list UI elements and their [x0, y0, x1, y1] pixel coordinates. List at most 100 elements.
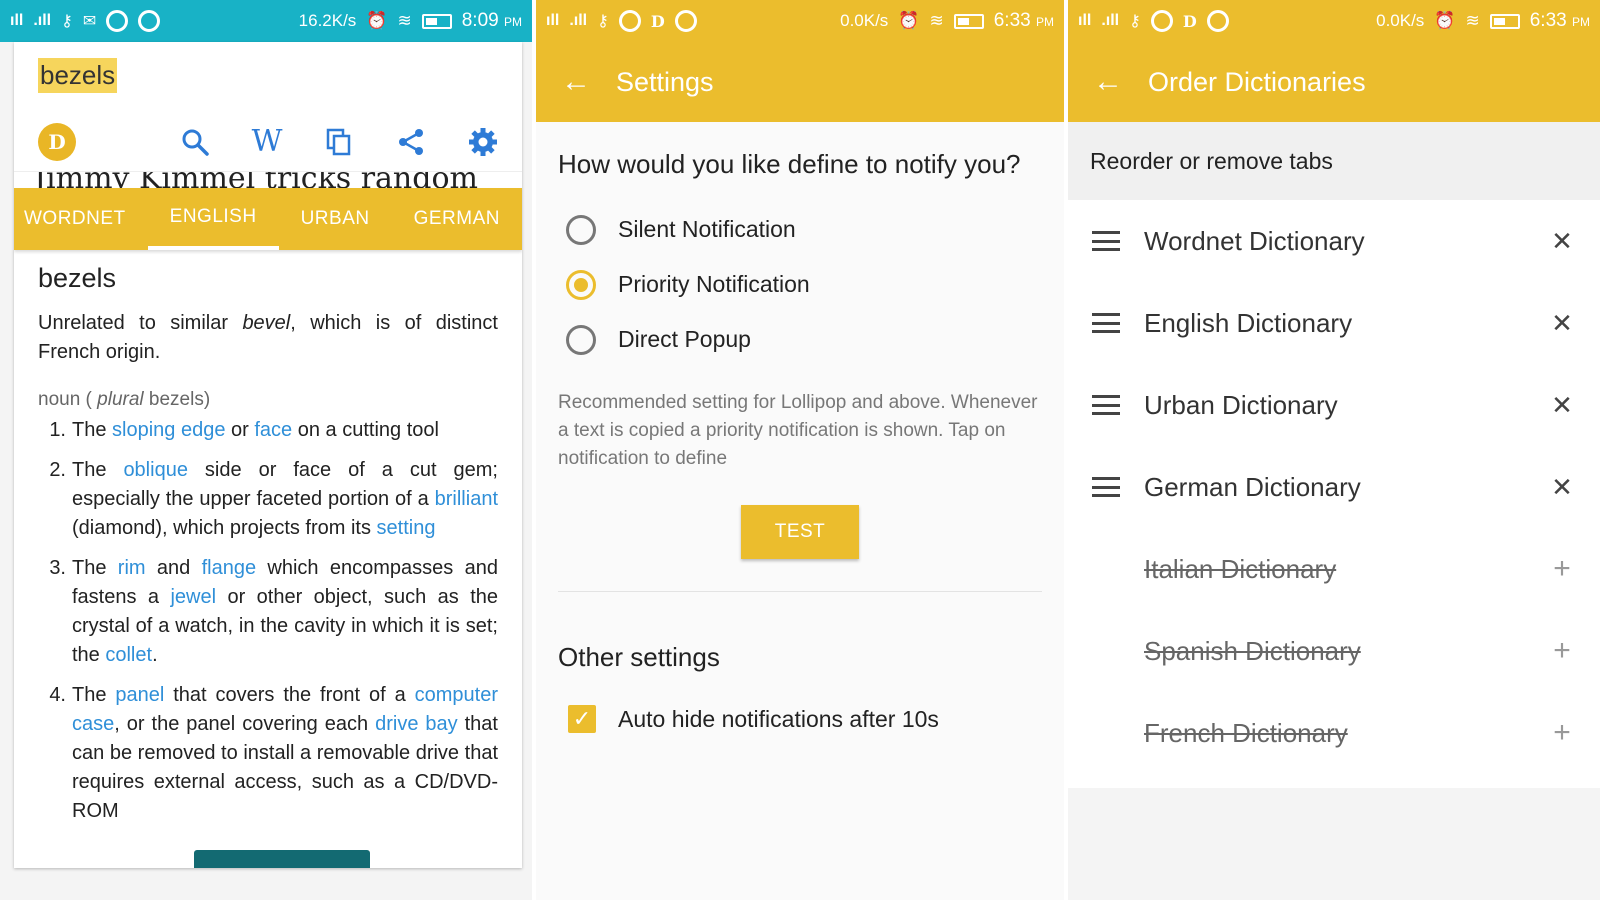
option-label: Priority Notification [618, 271, 810, 297]
definition-link[interactable]: jewel [170, 586, 216, 608]
remove-icon[interactable]: ✕ [1524, 308, 1600, 339]
option-priority-notification[interactable]: Priority Notification [558, 257, 1042, 312]
back-arrow-icon[interactable]: ← [536, 65, 616, 99]
dictionary-name: Spanish Dictionary [1144, 635, 1361, 666]
definition-link[interactable]: panel [115, 684, 164, 706]
dictionary-name: German Dictionary [1144, 471, 1361, 502]
app-notification-icon [106, 10, 129, 32]
signal-icon: ıll [10, 12, 24, 29]
remove-icon[interactable]: ✕ [1524, 226, 1600, 257]
dictionary-screen: ıll .ıll ⚷ ✉ 16.2K/s ⏰ ≋ 8:09 PM bezels … [0, 0, 532, 900]
dictionary-row-active[interactable]: Urban Dictionary ✕ [1068, 364, 1600, 446]
wikipedia-icon[interactable]: W [252, 124, 283, 159]
dictionary-row-active[interactable]: German Dictionary ✕ [1068, 446, 1600, 528]
add-icon[interactable]: + [1524, 716, 1600, 750]
vpn-key-icon: ⚷ [61, 13, 73, 30]
notify-question: How would you like define to notify you? [558, 149, 1021, 179]
definition-link[interactable]: setting [377, 517, 436, 539]
auto-hide-setting[interactable]: ✓ Auto hide notifications after 10s [558, 705, 1042, 733]
definition-link[interactable]: rim [118, 557, 146, 579]
dictionary-row-removed[interactable]: French Dictionary + [1068, 692, 1600, 774]
signal-icon: ıll [546, 12, 560, 29]
definition-text: The sloping edge or face on a cutting to… [72, 416, 498, 445]
drag-handle-icon[interactable] [1068, 477, 1144, 497]
app-logo-avatar[interactable]: D [38, 122, 76, 161]
sync-icon [1206, 10, 1229, 32]
dictionary-row-active[interactable]: English Dictionary ✕ [1068, 282, 1600, 364]
signal-icon-2: .ıll [1101, 12, 1120, 29]
part-of-speech: noun ( plural bezels) [38, 389, 211, 410]
definition-fragment: The [72, 459, 124, 481]
radio-button-selected[interactable] [566, 269, 596, 300]
test-button[interactable]: TEST [741, 505, 859, 559]
search-word[interactable]: bezels [38, 58, 118, 93]
tab-english[interactable]: ENGLISH [147, 188, 279, 250]
option-direct-popup[interactable]: Direct Popup [558, 312, 1042, 367]
alarm-icon: ⏰ [898, 11, 920, 30]
remove-icon[interactable]: ✕ [1524, 472, 1600, 503]
drag-handle-icon[interactable] [1068, 313, 1144, 333]
etymology-note: Unrelated to similar bevel, which is of … [38, 312, 498, 363]
app-notification-icon [1150, 10, 1173, 32]
dictionary-name: French Dictionary [1144, 717, 1348, 748]
definition-fragment: on a cutting tool [292, 419, 439, 441]
mail-icon: ✉ [82, 13, 97, 30]
definition-link[interactable]: oblique [123, 459, 188, 481]
dictionary-row-removed[interactable]: Italian Dictionary + [1068, 528, 1600, 610]
dictionary-row-active[interactable]: Wordnet Dictionary ✕ [1068, 200, 1600, 282]
settings-icon[interactable] [468, 127, 498, 157]
tab-wordnet[interactable]: WORDNET [14, 188, 148, 250]
definition-link[interactable]: collet [105, 644, 152, 666]
status-bar: ıll .ıll ⚷ ✉ 16.2K/s ⏰ ≋ 8:09 PM [0, 0, 532, 42]
copy-icon[interactable] [324, 127, 354, 157]
definition-number: 2. [49, 459, 66, 481]
definition-link[interactable]: drive bay [375, 713, 458, 735]
tab-urban[interactable]: URBAN [279, 188, 392, 250]
definition-fragment: The [72, 684, 116, 706]
option-label: Silent Notification [618, 216, 796, 242]
definition-link[interactable]: sloping edge [112, 419, 225, 441]
dictionary-name: Italian Dictionary [1144, 553, 1337, 584]
search-row: bezels [14, 42, 522, 112]
definition-link[interactable]: brilliant [435, 488, 498, 510]
definition-fragment: and [145, 557, 202, 579]
radio-button[interactable] [566, 324, 596, 355]
definition-fragment: The [72, 419, 113, 441]
sync-icon [674, 10, 697, 32]
drag-handle-icon[interactable] [1068, 231, 1144, 251]
sync-icon [138, 10, 161, 32]
option-silent-notification[interactable]: Silent Notification [558, 202, 1042, 257]
search-icon[interactable] [180, 127, 210, 157]
vpn-key-icon: ⚷ [1129, 13, 1141, 30]
definition-link[interactable]: face [254, 419, 292, 441]
checkbox-checked[interactable]: ✓ [568, 705, 596, 733]
add-icon[interactable]: + [1524, 552, 1600, 586]
dictionary-order-list: Wordnet Dictionary ✕ English Dictionary ✕ Ur… [1068, 200, 1600, 788]
back-arrow-icon[interactable]: ← [1068, 65, 1148, 99]
share-icon[interactable] [396, 127, 426, 157]
radio-button[interactable] [566, 214, 596, 245]
definition-number: 3. [49, 557, 66, 579]
definition-fragment: The [72, 557, 118, 579]
drag-handle-icon[interactable] [1068, 395, 1144, 415]
signal-icon: ıll [1078, 12, 1092, 29]
auto-hide-label: Auto hide notifications after 10s [618, 705, 939, 732]
tab-german[interactable]: GERMAN [392, 188, 522, 250]
dictionary-card: bezels D W Jimmy Kimmel tricks random [14, 42, 522, 868]
definition-item: 3. The rim and flange which encompasses a… [38, 554, 498, 670]
remove-icon[interactable]: ✕ [1524, 390, 1600, 421]
dictionary-row-removed[interactable]: Spanish Dictionary + [1068, 610, 1600, 692]
definition-text: The oblique side or face of a cut gem; e… [72, 456, 498, 543]
clock: 8:09 PM [461, 10, 522, 31]
add-icon[interactable]: + [1524, 634, 1600, 668]
definition-link[interactable]: flange [202, 557, 257, 579]
definition-list: 1. The sloping edge or face on a cutting … [38, 416, 498, 826]
wifi-icon: ≋ [397, 11, 412, 30]
nav-handle[interactable] [194, 850, 370, 868]
definition-item: 4. The panel that covers the front of a c… [38, 681, 498, 826]
definition-fragment: or [225, 419, 255, 441]
definition-content: bezels Unrelated to similar bevel, which… [14, 250, 522, 826]
alarm-icon: ⏰ [1434, 11, 1456, 30]
page-title: Order Dictionaries [1148, 66, 1366, 97]
battery-icon [1489, 13, 1520, 29]
